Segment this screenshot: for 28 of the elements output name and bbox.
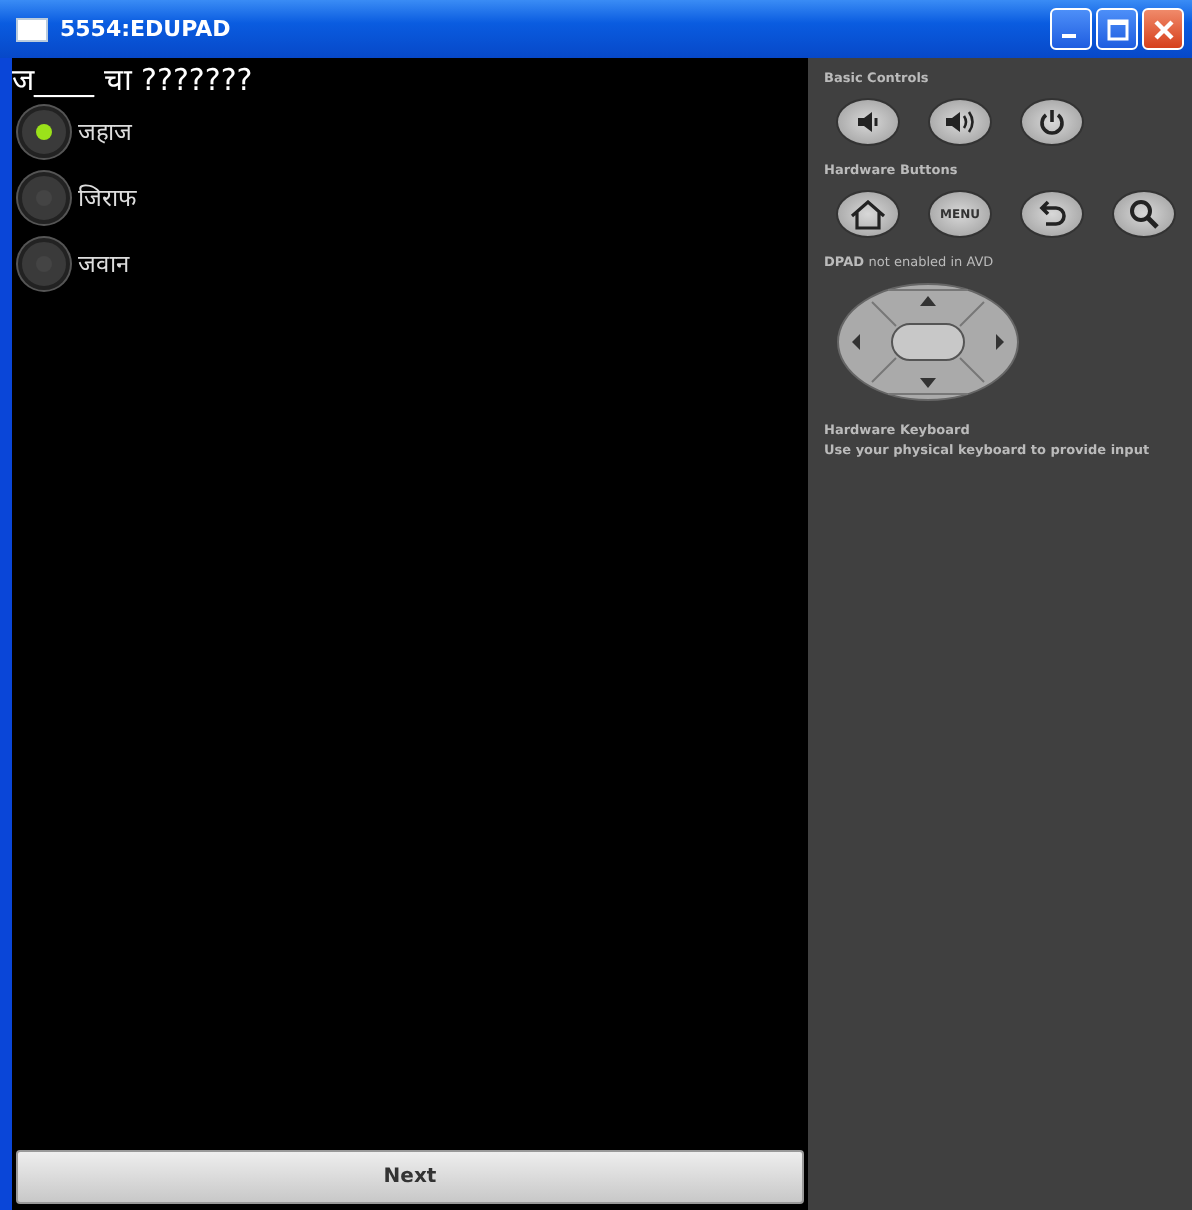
back-arrow-icon <box>1036 199 1068 229</box>
speaker-icon <box>942 108 978 136</box>
maximize-icon <box>1105 17 1129 41</box>
window-title: 5554:EDUPAD <box>60 16 233 42</box>
volume-up-button[interactable] <box>928 98 992 146</box>
minimize-icon <box>1061 33 1075 37</box>
radio-button[interactable] <box>18 105 70 157</box>
volume-down-button[interactable] <box>836 98 900 146</box>
question-text: ज____ चा ??????? <box>12 62 255 98</box>
minimize-button[interactable] <box>1050 8 1092 50</box>
back-button[interactable] <box>1020 190 1084 238</box>
home-button[interactable] <box>836 190 900 238</box>
close-icon <box>1151 17 1175 41</box>
radio-button[interactable] <box>18 237 70 289</box>
close-button[interactable] <box>1142 8 1184 50</box>
maximize-button[interactable] <box>1096 8 1138 50</box>
power-button[interactable] <box>1020 98 1084 146</box>
power-icon <box>1038 108 1066 136</box>
window-icon <box>16 17 48 41</box>
search-icon <box>1128 198 1160 230</box>
speaker-icon <box>852 108 884 136</box>
option-label[interactable]: जिराफ <box>78 180 136 214</box>
search-button[interactable] <box>1112 190 1176 238</box>
option-label[interactable]: जहाज <box>78 114 132 148</box>
home-icon <box>850 199 886 229</box>
radio-button[interactable] <box>18 171 70 223</box>
next-button[interactable]: Next <box>16 1150 804 1204</box>
option-label[interactable]: जवान <box>78 246 130 280</box>
